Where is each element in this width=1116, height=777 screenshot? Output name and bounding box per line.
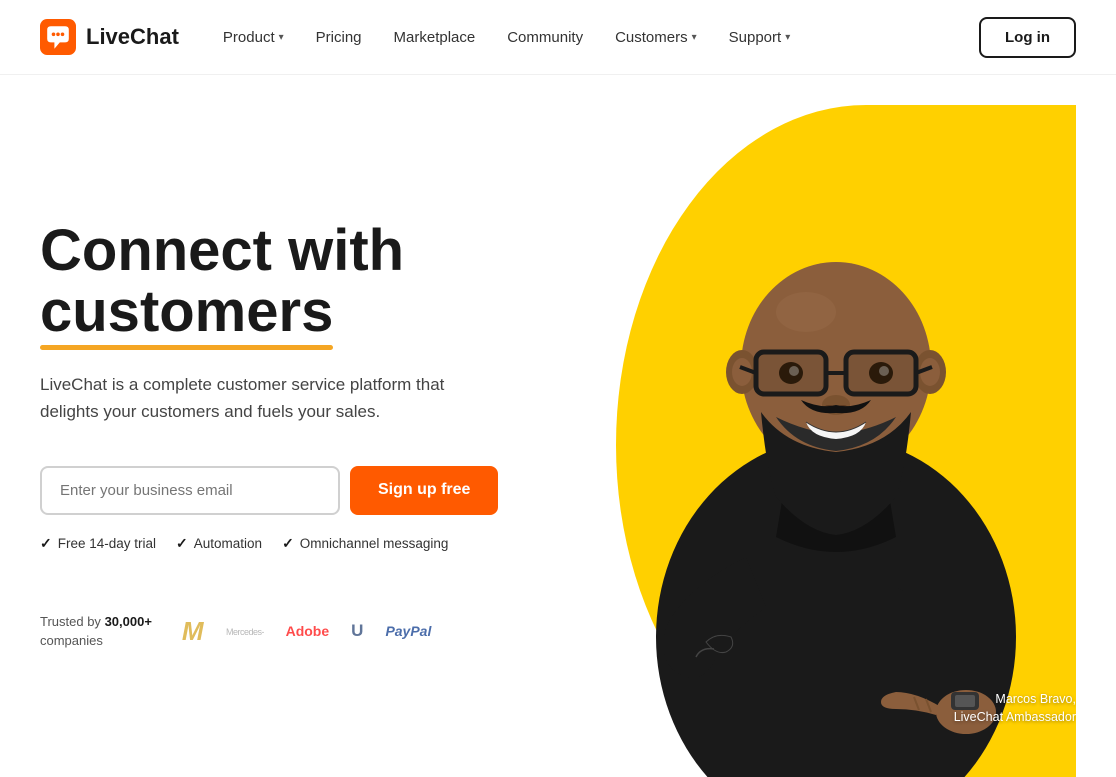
login-button[interactable]: Log in <box>979 17 1076 58</box>
perk-automation: ✓ Automation <box>176 535 262 552</box>
nav-pricing[interactable]: Pricing <box>302 21 376 54</box>
mcdonalds-logo: M <box>182 616 204 647</box>
company-logos: M Mercedes-Benz Adobe U PayPal <box>182 616 431 647</box>
trust-section: Trusted by 30,000+ companies M Mercedes-… <box>40 612 520 651</box>
support-arrow-icon: ▾ <box>785 32 790 43</box>
product-arrow-icon: ▾ <box>279 32 284 43</box>
perk-omnichannel: ✓ Omnichannel messaging <box>282 535 448 552</box>
unilever-logo: U <box>351 621 363 641</box>
hero-subtitle: LiveChat is a complete customer service … <box>40 371 470 425</box>
hero-right: Marcos Bravo, LiveChat Ambassador <box>560 75 1076 777</box>
nav-marketplace[interactable]: Marketplace <box>380 21 490 54</box>
logo-text: LiveChat <box>86 24 179 50</box>
svg-text:Mercedes-Benz: Mercedes-Benz <box>226 627 264 637</box>
perk-trial: ✓ Free 14-day trial <box>40 535 156 552</box>
trust-label: Trusted by 30,000+ companies <box>40 612 152 651</box>
main-nav: Product ▾ Pricing Marketplace Community … <box>209 21 979 54</box>
check-icon-1: ✓ <box>40 535 52 552</box>
hero-title: Connect with customers <box>40 221 520 343</box>
customers-arrow-icon: ▾ <box>692 32 697 43</box>
nav-community[interactable]: Community <box>493 21 597 54</box>
main-content: Connect with customers LiveChat is a com… <box>0 75 1116 777</box>
adobe-logo: Adobe <box>286 623 330 639</box>
perks-list: ✓ Free 14-day trial ✓ Automation ✓ Omnic… <box>40 535 520 552</box>
hero-title-underlined: customers <box>40 279 333 344</box>
header-right: Log in <box>979 17 1076 58</box>
ambassador-label: Marcos Bravo, LiveChat Ambassador <box>954 690 1076 728</box>
email-input[interactable] <box>40 466 340 515</box>
nav-support[interactable]: Support ▾ <box>715 21 805 54</box>
nav-customers[interactable]: Customers ▾ <box>601 21 711 54</box>
check-icon-2: ✓ <box>176 535 188 552</box>
check-icon-3: ✓ <box>282 535 294 552</box>
ambassador-container: Marcos Bravo, LiveChat Ambassador <box>596 117 1076 777</box>
mercedes-logo: Mercedes-Benz <box>226 619 264 644</box>
nav-product[interactable]: Product ▾ <box>209 21 298 54</box>
livechat-logo-icon <box>40 19 76 55</box>
paypal-logo: PayPal <box>385 623 431 639</box>
signup-button[interactable]: Sign up free <box>350 466 498 515</box>
signup-form: Sign up free <box>40 466 520 515</box>
logo-link[interactable]: LiveChat <box>40 19 179 55</box>
hero-left: Connect with customers LiveChat is a com… <box>40 75 560 777</box>
ambassador-illustration <box>606 137 1066 777</box>
header: LiveChat Product ▾ Pricing Marketplace C… <box>0 0 1116 75</box>
